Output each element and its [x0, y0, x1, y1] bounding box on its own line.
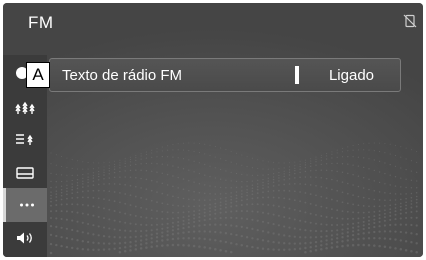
display-icon: [16, 167, 34, 179]
toggle-indicator: [294, 66, 299, 84]
page-title: FM: [28, 13, 54, 32]
preset-list-icon: [16, 134, 33, 145]
station-list-icon: [15, 101, 35, 114]
sidebar-item-stations[interactable]: [3, 91, 47, 125]
phone-off-icon: [403, 14, 417, 28]
callout-label: A: [26, 62, 50, 88]
speaker-icon: [17, 232, 32, 244]
setting-label: Texto de rádio FM: [62, 66, 183, 84]
sidebar-item-sound[interactable]: [3, 221, 47, 255]
screen: FM Texto de rádio FM Ligado A: [3, 3, 423, 257]
more-options-icon: [19, 203, 34, 207]
sidebar-item-display[interactable]: [3, 156, 47, 190]
wave-background: [3, 3, 423, 257]
setting-value: Ligado: [328, 66, 374, 84]
sidebar-item-presets[interactable]: [3, 122, 47, 156]
fm-radio-text-row[interactable]: Texto de rádio FM Ligado: [49, 58, 401, 92]
sidebar-item-more[interactable]: [3, 188, 47, 222]
